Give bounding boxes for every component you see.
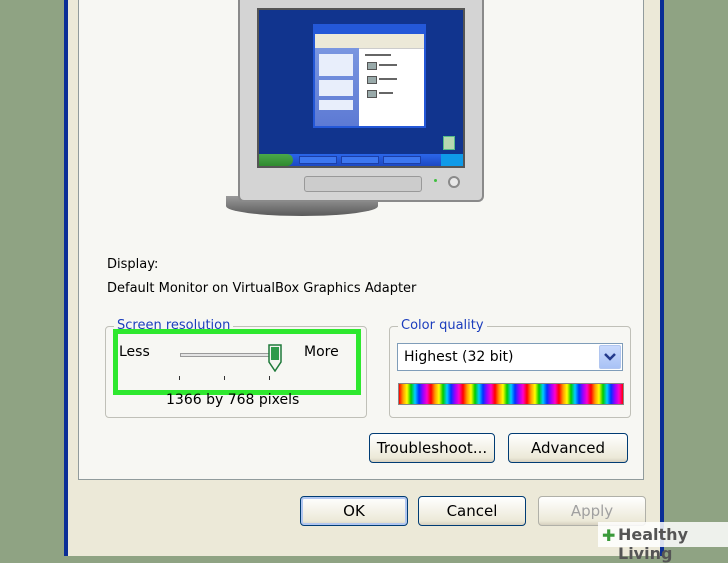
color-quality-select[interactable]: Highest (32 bit) <box>397 343 623 371</box>
resolution-slider-track[interactable] <box>180 353 278 357</box>
cancel-button[interactable]: Cancel <box>418 496 526 526</box>
drive-icon <box>367 62 377 70</box>
troubleshoot-button[interactable]: Troubleshoot... <box>369 433 495 463</box>
system-tray <box>441 154 463 166</box>
preview-taskbar <box>259 154 463 166</box>
color-quality-value: Highest (32 bit) <box>404 349 514 365</box>
dialog-body: Display: Default Monitor on VirtualBox G… <box>68 0 660 556</box>
dropdown-arrow-button[interactable] <box>599 345 621 369</box>
monitor-bezel-slot <box>304 176 422 192</box>
watermark: ✚ Healthy Living <box>598 522 728 563</box>
preview-window <box>313 24 426 128</box>
slider-tick <box>269 376 270 380</box>
monitor-preview <box>238 0 484 202</box>
start-button-icon <box>259 154 293 166</box>
slider-tick <box>179 376 180 380</box>
drive-icon <box>367 90 377 98</box>
display-label: Display: <box>107 257 159 272</box>
slider-tick <box>224 376 225 380</box>
display-properties-dialog: Display: Default Monitor on VirtualBox G… <box>64 0 664 556</box>
recycle-bin-icon <box>443 136 455 150</box>
resolution-less-label: Less <box>119 344 150 360</box>
power-button-icon <box>448 176 460 188</box>
highlight-box <box>113 329 361 395</box>
slider-thumb-icon <box>268 344 282 373</box>
watermark-text: Healthy Living <box>618 525 688 563</box>
settings-tab-panel: Display: Default Monitor on VirtualBox G… <box>78 0 644 480</box>
display-device: Default Monitor on VirtualBox Graphics A… <box>107 281 417 296</box>
power-led-icon <box>434 179 437 182</box>
color-quality-preview-bar <box>398 383 624 405</box>
cross-logo-icon: ✚ <box>602 526 616 545</box>
advanced-button[interactable]: Advanced <box>508 433 628 463</box>
chevron-down-icon <box>604 353 616 361</box>
preview-window-titlebar <box>315 26 424 34</box>
color-quality-legend: Color quality <box>398 318 487 333</box>
resolution-value: 1366 by 768 pixels <box>166 392 300 408</box>
resolution-slider-thumb[interactable] <box>268 344 282 373</box>
ok-button[interactable]: OK <box>300 496 408 526</box>
resolution-more-label: More <box>304 344 339 360</box>
drive-icon <box>367 76 377 84</box>
preview-window-sidebar <box>315 48 359 126</box>
monitor-screen <box>257 8 465 168</box>
